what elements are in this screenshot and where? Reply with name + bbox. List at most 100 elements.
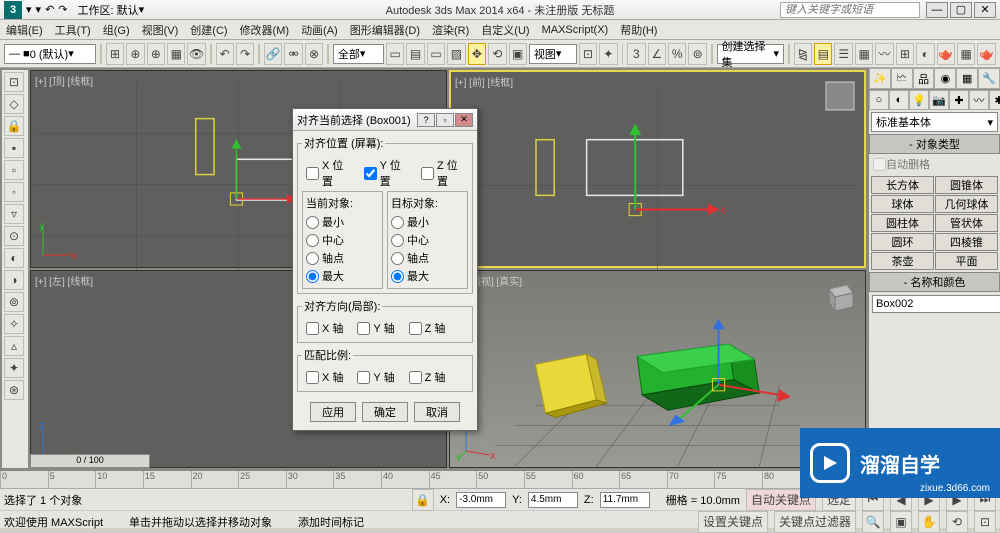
btn-tube[interactable]: 管状体 <box>935 214 998 232</box>
subtab-helpers-icon[interactable]: ✚ <box>949 90 969 110</box>
autogrid-checkbox[interactable]: 自动删格 <box>869 154 1000 174</box>
spinner-snap-icon[interactable]: ⊚ <box>688 43 706 65</box>
layer-select-icon[interactable]: ▦ <box>167 43 185 65</box>
snap-toggle-icon[interactable]: 3 <box>627 43 645 65</box>
angle-snap-icon[interactable]: ∠ <box>648 43 666 65</box>
lt-sel-lock-icon[interactable]: 🔒 <box>4 116 24 136</box>
menu-group[interactable]: 组(G) <box>103 22 130 38</box>
lt-isolate-icon[interactable]: ◇ <box>4 94 24 114</box>
status-timemarker[interactable]: 添加时间标记 <box>298 514 364 530</box>
menu-tools[interactable]: 工具(T) <box>55 22 91 38</box>
select-scale-icon[interactable]: ▣ <box>509 43 527 65</box>
window-cross-icon[interactable]: ▨ <box>447 43 465 65</box>
btn-cone[interactable]: 圆锥体 <box>935 176 998 194</box>
select-region-icon[interactable]: ▭ <box>427 43 445 65</box>
lock-selection-icon[interactable]: 🔒 <box>412 489 434 511</box>
ref-coord-dropdown[interactable]: 视图 ▾ <box>529 44 577 64</box>
lt-5-icon[interactable]: ⊙ <box>4 226 24 246</box>
dialog-help-icon[interactable]: ? <box>417 113 435 127</box>
selection-filter-dropdown[interactable]: 全部 ▾ <box>333 44 384 64</box>
subtab-lights-icon[interactable]: 💡 <box>909 90 929 110</box>
radio-tgt-pivot[interactable]: 轴点 <box>391 249 464 267</box>
mirror-icon[interactable]: ⧎ <box>794 43 812 65</box>
render-frame-icon[interactable]: ▦ <box>957 43 975 65</box>
nav-orbit-icon[interactable]: ⟲ <box>946 511 968 533</box>
chk-orient-x[interactable]: X 轴 <box>306 320 343 336</box>
ok-button[interactable]: 确定 <box>362 402 408 422</box>
material-editor-icon[interactable]: ◐ <box>916 43 934 65</box>
graphite-icon[interactable]: ▦ <box>855 43 873 65</box>
keyfilter-button[interactable]: 关键点过滤器 <box>774 511 856 533</box>
curve-editor-icon[interactable]: 〰 <box>875 43 893 65</box>
subtab-geometry-icon[interactable]: ○ <box>869 90 889 110</box>
lt-11-icon[interactable]: ✦ <box>4 358 24 378</box>
lt-8-icon[interactable]: ⊚ <box>4 292 24 312</box>
lt-7-icon[interactable]: ◑ <box>4 270 24 290</box>
menu-animation[interactable]: 动画(A) <box>301 22 338 38</box>
lt-2-icon[interactable]: ▫ <box>4 160 24 180</box>
pivot-icon[interactable]: ⊡ <box>579 43 597 65</box>
setkey-button[interactable]: 设置关键点 <box>698 511 768 533</box>
viewcube-icon[interactable] <box>819 277 859 317</box>
radio-cur-max[interactable]: 最大 <box>306 267 379 285</box>
menu-edit[interactable]: 编辑(E) <box>6 22 43 38</box>
chk-scale-x[interactable]: X 轴 <box>306 369 343 385</box>
category-dropdown[interactable]: 标准基本体 ▾ <box>871 112 998 132</box>
coord-x-input[interactable] <box>456 492 506 508</box>
link-icon[interactable]: 🔗 <box>264 43 282 65</box>
menu-grapheditor[interactable]: 图形编辑器(D) <box>350 22 420 38</box>
subtab-shapes-icon[interactable]: ◐ <box>889 90 909 110</box>
layer-dropdown[interactable]: — ■ 0 (默认) ▾ <box>4 44 96 64</box>
help-search-input[interactable] <box>780 2 920 18</box>
lt-4-icon[interactable]: ▿ <box>4 204 24 224</box>
btn-plane[interactable]: 平面 <box>935 252 998 270</box>
menu-help[interactable]: 帮助(H) <box>620 22 657 38</box>
coord-z-input[interactable] <box>600 492 650 508</box>
minimize-button[interactable]: — <box>926 2 948 18</box>
schematic-icon[interactable]: ⊞ <box>896 43 914 65</box>
lt-maximize-icon[interactable]: ⊡ <box>4 72 24 92</box>
rollout-name-color[interactable]: - 名称和颜色 <box>869 272 1000 292</box>
select-move-icon[interactable]: ✥ <box>468 43 486 65</box>
radio-tgt-max[interactable]: 最大 <box>391 267 464 285</box>
menu-render[interactable]: 渲染(R) <box>432 22 469 38</box>
maximize-button[interactable]: ▢ <box>950 2 972 18</box>
chk-y-pos[interactable]: Y 位置 <box>364 157 407 189</box>
dialog-close-icon[interactable]: ✕ <box>455 113 473 127</box>
layer-hide-icon[interactable]: 👁 <box>187 43 205 65</box>
lt-3-icon[interactable]: ◦ <box>4 182 24 202</box>
menu-modifiers[interactable]: 修改器(M) <box>240 22 290 38</box>
subtab-cameras-icon[interactable]: 📷 <box>929 90 949 110</box>
close-button[interactable]: ✕ <box>974 2 996 18</box>
nav-pan-icon[interactable]: ✋ <box>918 511 940 533</box>
object-name-input[interactable] <box>872 295 1000 313</box>
chk-orient-z[interactable]: Z 轴 <box>409 320 446 336</box>
manip-icon[interactable]: ✦ <box>599 43 617 65</box>
tab-create[interactable]: ✨ <box>869 68 891 89</box>
btn-teapot[interactable]: 茶壶 <box>871 252 934 270</box>
btn-geosphere[interactable]: 几何球体 <box>935 195 998 213</box>
layer-manager-icon[interactable]: ☰ <box>834 43 852 65</box>
lt-10-icon[interactable]: ▵ <box>4 336 24 356</box>
menu-maxscript[interactable]: MAXScript(X) <box>542 24 609 36</box>
btn-sphere[interactable]: 球体 <box>871 195 934 213</box>
nav-zoom-icon[interactable]: 🔍 <box>862 511 884 533</box>
btn-torus[interactable]: 圆环 <box>871 233 934 251</box>
btn-box[interactable]: 长方体 <box>871 176 934 194</box>
tab-utilities[interactable]: 🔧 <box>978 68 1000 89</box>
viewport-front[interactable]: [+] [前] [线框] x <box>449 70 866 268</box>
rollout-object-type[interactable]: - 对象类型 <box>869 134 1000 154</box>
tab-display[interactable]: ▦ <box>956 68 978 89</box>
chk-scale-y[interactable]: Y 轴 <box>357 369 394 385</box>
radio-tgt-min[interactable]: 最小 <box>391 213 464 231</box>
menu-create[interactable]: 创建(C) <box>190 22 227 38</box>
nav-max-icon[interactable]: ⊡ <box>974 511 996 533</box>
radio-cur-min[interactable]: 最小 <box>306 213 379 231</box>
app-menu-chevron[interactable]: ▾ <box>26 3 32 16</box>
percent-snap-icon[interactable]: % <box>668 43 686 65</box>
subtab-spacewarps-icon[interactable]: 〰 <box>969 90 989 110</box>
frame-indicator[interactable]: 0 / 100 <box>30 454 150 468</box>
tab-motion[interactable]: ◉ <box>934 68 956 89</box>
chk-scale-z[interactable]: Z 轴 <box>409 369 446 385</box>
redo-icon[interactable]: ↷ <box>236 43 254 65</box>
